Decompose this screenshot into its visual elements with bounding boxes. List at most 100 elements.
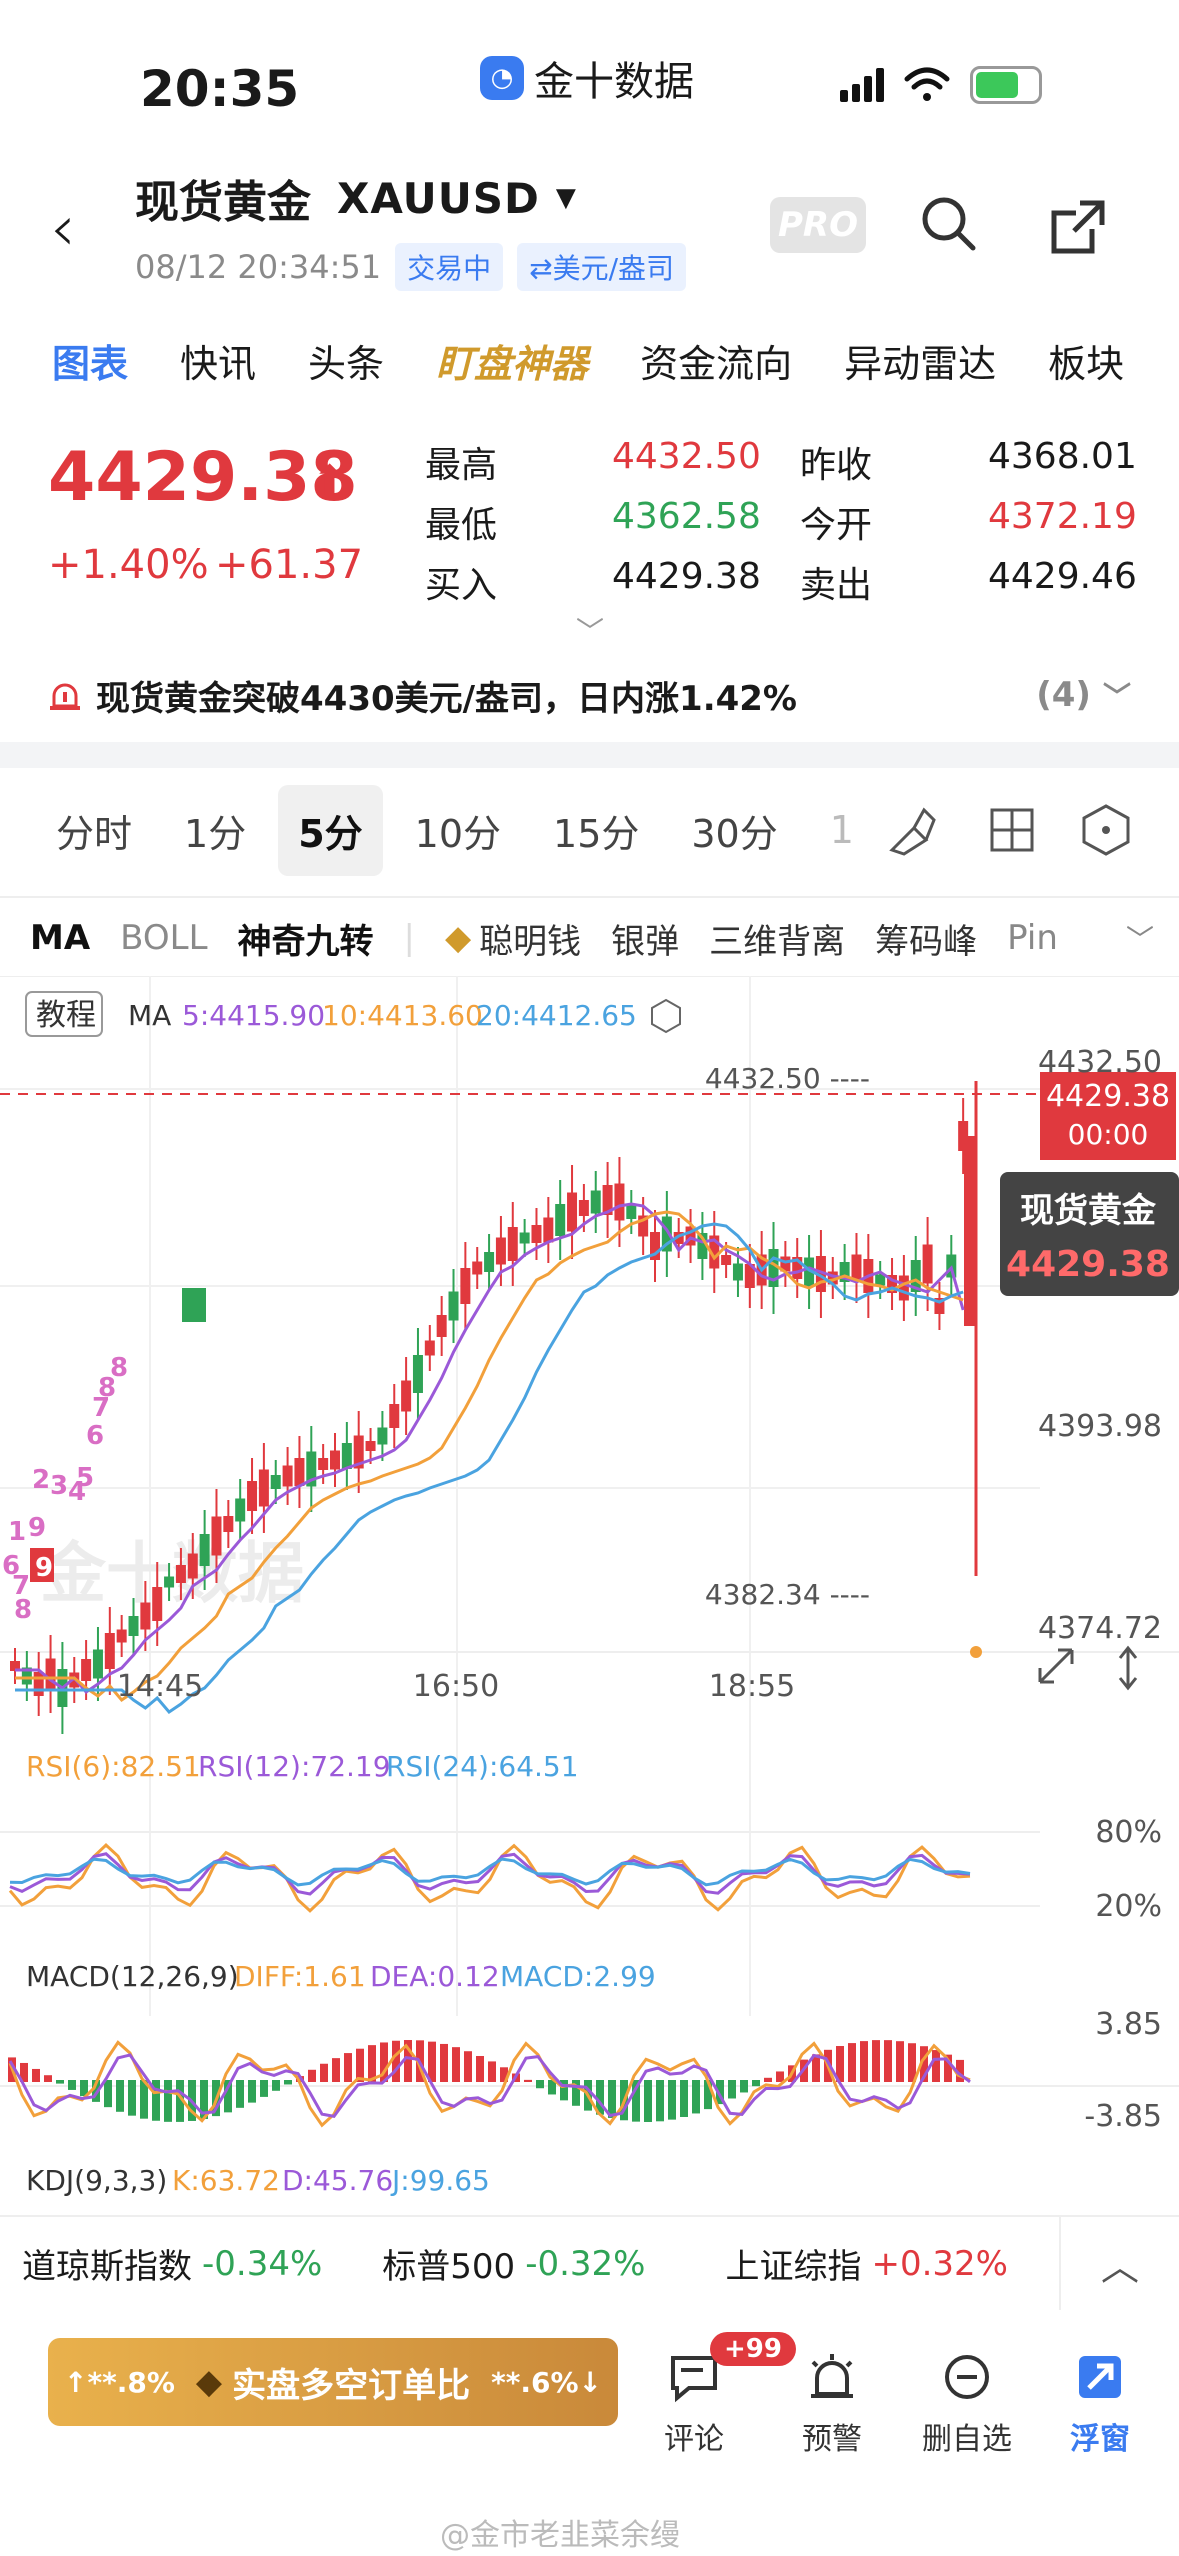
macd-bar: [872, 2040, 880, 2082]
tab-flash[interactable]: 快讯: [180, 333, 256, 388]
period-tab-30m[interactable]: 30分: [671, 785, 797, 876]
low-marker: 4382.34 ----: [705, 1578, 870, 1611]
indicator-tab-chip-peak[interactable]: 筹码峰: [875, 914, 977, 963]
ma10-value: 10:4413.60: [322, 999, 483, 1032]
status-icons: [840, 66, 1042, 104]
macd-bar: [860, 2041, 868, 2082]
comment-count-badge: +99: [710, 2332, 796, 2366]
indicator-tabs: MA BOLL 神奇九转 | ◆ 聪明钱 银弹 三维背离 筹码峰 Pin: [0, 900, 1179, 976]
candle-body: [330, 1450, 340, 1470]
tab-radar[interactable]: 异动雷达: [844, 333, 996, 388]
candle-body: [341, 1443, 352, 1469]
kline-chart[interactable]: 教程 MA 5:4415.9010:4413.6020:4412.65 金十数据 442…: [0, 975, 1179, 2217]
index-ticker[interactable]: 道琼斯指数 -0.34% 标普500 -0.32% 上证综指 +0.32% ︿: [0, 2216, 1179, 2311]
tab-chart[interactable]: 图表: [52, 333, 128, 388]
macd-bar: [776, 2071, 784, 2082]
period-tab-1m[interactable]: 1分: [164, 785, 266, 876]
tooltip-price: 4429.38: [1006, 1244, 1170, 1285]
float-window-button[interactable]: 浮窗: [1070, 2350, 1130, 2458]
macd-bar: [272, 2080, 280, 2091]
candle-body: [258, 1469, 269, 1507]
back-icon[interactable]: ‹: [50, 197, 76, 261]
candle-body: [412, 1355, 423, 1393]
stat-label-prev-close: 昨收: [800, 445, 873, 486]
td-count-label: 8: [14, 1595, 32, 1625]
news-alert[interactable]: 现货黄金突破4430美元/盎司，日内涨1.42% (4) ﹀: [0, 650, 1179, 740]
caret-down-icon: ▼: [555, 183, 577, 213]
diamond-icon: ◆: [445, 918, 472, 958]
macd-bar: [320, 2063, 328, 2082]
macd-bar: [248, 2080, 256, 2103]
td-count-label: 6: [86, 1421, 104, 1451]
main-tabs: 图表 快讯 头条 盯盘神器 资金流向 异动雷达 板块: [0, 320, 1179, 400]
indicator-tab-td9[interactable]: 神奇九转: [238, 914, 374, 963]
macd-bar: [644, 2080, 652, 2122]
candle-body: [567, 1192, 578, 1232]
weibo-watermark: @金市老韭菜余缦: [440, 2518, 680, 2553]
share-icon[interactable]: [1050, 199, 1106, 255]
macd-bar: [164, 2080, 172, 2122]
tab-fund-flow[interactable]: 资金流向: [640, 333, 792, 388]
td-count-label: 3: [50, 1471, 68, 1501]
td-count-label: 8: [110, 1353, 128, 1383]
battery-icon: [970, 66, 1042, 104]
candle-body: [590, 1190, 601, 1214]
unit-toggle[interactable]: ⇄美元/盎司: [517, 243, 687, 291]
candle-body: [104, 1633, 115, 1669]
status-app[interactable]: ◔ 金十数据: [480, 48, 694, 108]
period-tab-more[interactable]: 1: [810, 790, 854, 870]
stat-value-high: 4432.50: [612, 436, 761, 477]
expand-chevron-icon[interactable]: ﹀: [576, 610, 604, 650]
instrument-selector[interactable]: XAUUSD ▼: [337, 174, 577, 223]
period-tab-10m[interactable]: 10分: [395, 785, 521, 876]
remove-watchlist-button[interactable]: 删自选: [922, 2350, 1012, 2458]
chart-area[interactable]: 教程 MA 5:4415.90 10:4413.60 20:4412.65 金十数据 442…: [0, 975, 1179, 2217]
indicator-tab-boll[interactable]: BOLL: [120, 918, 207, 958]
rsi-tick: 80%: [1095, 1815, 1162, 1850]
title-row[interactable]: 现货黄金 XAUUSD ▼: [135, 165, 577, 231]
kdj-d: D:45.76: [282, 2164, 393, 2197]
candle-body: [721, 1255, 732, 1265]
period-tab-tick[interactable]: 分时: [36, 785, 152, 876]
chevron-down-icon[interactable]: ﹀: [1120, 918, 1155, 958]
settings-hex-icon[interactable]: [1078, 802, 1134, 858]
indicator-tab-smart-money[interactable]: ◆ 聪明钱: [445, 914, 581, 963]
x-tick: 16:50: [413, 1669, 499, 1704]
fullscreen-icon: [1038, 1648, 1074, 1684]
candle-body: [732, 1263, 743, 1281]
tab-sectors[interactable]: 板块: [1048, 333, 1124, 388]
candle-body: [152, 1587, 163, 1621]
period-tab-15m[interactable]: 15分: [533, 785, 659, 876]
rsi12-value: RSI(12):72.19: [198, 1750, 391, 1783]
macd-bar: [392, 2040, 400, 2082]
comment-label: 评论: [664, 2422, 724, 2457]
tab-monitor-tool[interactable]: 盯盘神器: [436, 333, 588, 388]
chevron-down-icon: ﹀: [1102, 680, 1131, 713]
pro-button[interactable]: PRO: [770, 197, 866, 253]
layout-grid-icon[interactable]: [984, 802, 1040, 858]
macd-bar: [680, 2080, 688, 2117]
macd-bar: [308, 2069, 316, 2082]
macd-bar: [896, 2041, 904, 2082]
news-text: 现货黄金突破4430美元/盎司，日内涨1.42%: [96, 678, 797, 719]
draw-tool-icon[interactable]: [884, 802, 940, 858]
macd-bar: [884, 2040, 892, 2082]
ticker-name-dow: 道琼斯指数: [22, 2247, 192, 2287]
tab-headlines[interactable]: 头条: [308, 333, 384, 388]
candle-body: [898, 1275, 909, 1301]
period-tab-5m[interactable]: 5分: [278, 784, 383, 876]
candle-body: [507, 1227, 518, 1261]
indicator-tab-pin[interactable]: Pin: [1007, 918, 1058, 958]
float-window-icon: [1079, 2356, 1121, 2398]
macd-bar: [464, 2051, 472, 2082]
search-icon[interactable]: [918, 193, 978, 253]
indicator-tab-divergence[interactable]: 三维背离: [709, 914, 845, 963]
alert-button[interactable]: 预警: [802, 2350, 862, 2458]
chevron-up-icon[interactable]: ︿: [1059, 2216, 1179, 2311]
indicator-tab-ma[interactable]: MA: [30, 918, 90, 958]
trade-status-badge: 交易中: [395, 243, 504, 291]
indicator-tab-silver-bullet[interactable]: 银弹: [611, 914, 679, 963]
comment-button[interactable]: 评论 +99: [664, 2332, 796, 2458]
order-ratio-button[interactable]: ↑**.8% ◆ 实盘多空订单比 **.6%↓: [48, 2338, 618, 2426]
stat-value-prev-close: 4368.01: [988, 436, 1137, 477]
